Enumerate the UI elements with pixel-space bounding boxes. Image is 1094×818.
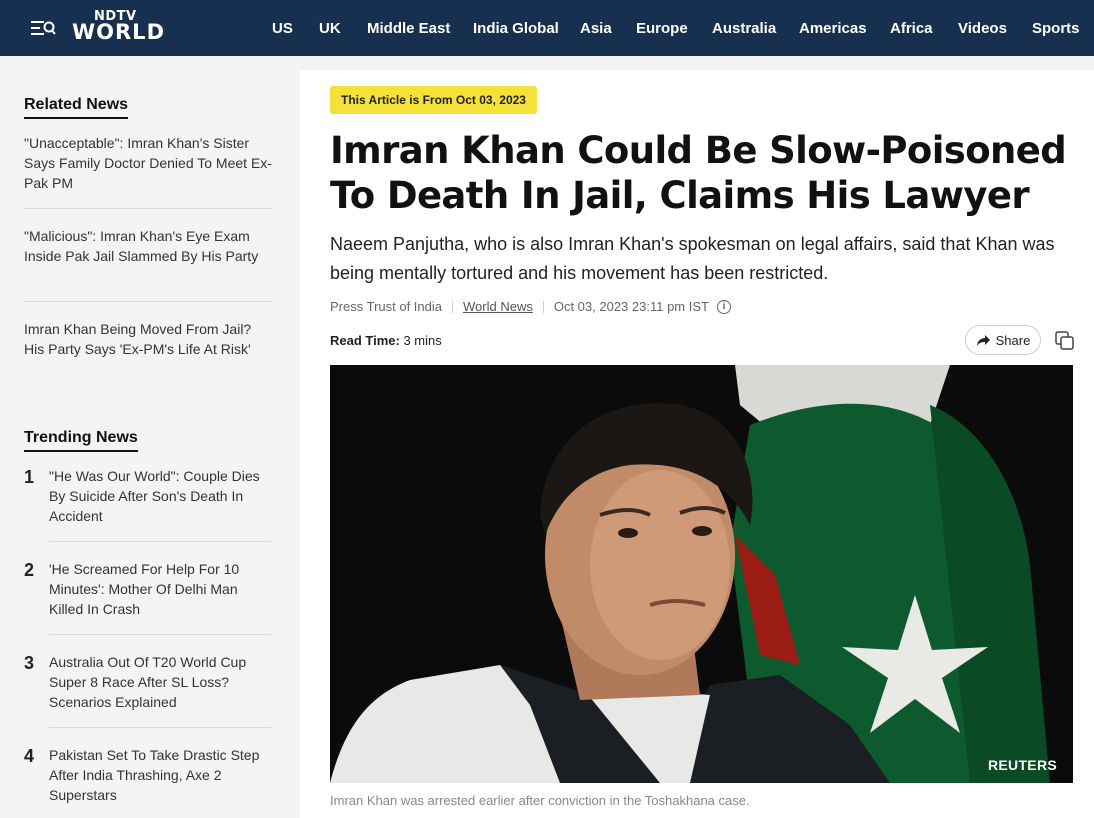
article-date-badge: This Article is From Oct 03, 2023: [330, 86, 537, 114]
photo-credit: REUTERS: [988, 757, 1057, 773]
article: This Article is From Oct 03, 2023 Imran …: [300, 70, 1094, 818]
nav-americas[interactable]: Americas: [799, 20, 867, 37]
divider: [24, 208, 272, 209]
read-time: Read Time: 3 mins: [330, 333, 442, 348]
read-time-label: Read Time:: [330, 333, 400, 348]
trending-rank: 1: [24, 467, 35, 487]
trending-news-title: Trending News: [24, 429, 138, 452]
photo-illustration: [330, 365, 1073, 783]
read-time-value: 3 mins: [403, 333, 442, 348]
article-datetime: Oct 03, 2023 23:11 pm IST: [553, 299, 709, 314]
nav-videos[interactable]: Videos: [958, 20, 1007, 37]
article-meta: Press Trust of India World News Oct 03, …: [330, 299, 731, 314]
article-headline: Imran Khan Could Be Slow-Poisoned To Dea…: [330, 129, 1067, 217]
nav-middle-east[interactable]: Middle East: [367, 20, 450, 37]
meta-separator: [542, 300, 544, 313]
nav-uk[interactable]: UK: [319, 20, 341, 37]
nav-asia[interactable]: Asia: [580, 20, 612, 37]
ndtv-world-logo[interactable]: NDTV WORLD: [70, 9, 174, 47]
nav-sports[interactable]: Sports: [1032, 20, 1080, 37]
trending-item[interactable]: "He Was Our World": Couple Dies By Suici…: [49, 466, 271, 526]
trending-rank: 3: [24, 653, 35, 673]
photo-caption: Imran Khan was arrested earlier after co…: [330, 793, 750, 808]
trending-item[interactable]: 'He Screamed For Help For 10 Minutes': M…: [49, 559, 271, 619]
nav-australia[interactable]: Australia: [712, 20, 776, 37]
nav-india-global[interactable]: India Global: [473, 20, 559, 37]
related-item[interactable]: "Unacceptable": Imran Khan's Sister Says…: [24, 133, 272, 193]
nav-us[interactable]: US: [272, 20, 293, 37]
article-category-link[interactable]: World News: [463, 299, 533, 314]
divider: [49, 727, 271, 728]
divider: [49, 541, 271, 542]
divider: [49, 634, 271, 635]
trending-rank: 4: [24, 746, 35, 766]
menu-search-icon[interactable]: [30, 18, 56, 38]
share-button[interactable]: Share: [965, 325, 1041, 355]
share-arrow-icon: [976, 334, 990, 346]
nav-europe[interactable]: Europe: [636, 20, 688, 37]
info-icon[interactable]: i: [716, 299, 731, 314]
article-standfirst: Naeem Panjutha, who is also Imran Khan's…: [330, 234, 1055, 283]
logo-bottom-text: WORLD: [72, 20, 165, 44]
trending-item[interactable]: Pakistan Set To Take Drastic Step After …: [49, 745, 271, 805]
nav-africa[interactable]: Africa: [890, 20, 933, 37]
sidebar: Related News "Unacceptable": Imran Khan'…: [0, 56, 300, 818]
trending-rank: 2: [24, 560, 35, 580]
share-label: Share: [995, 332, 1031, 348]
meta-separator: [452, 300, 453, 313]
copy-icon[interactable]: [1054, 330, 1076, 352]
top-navbar: NDTV WORLD US UK Middle East India Globa…: [0, 0, 1094, 56]
article-source: Press Trust of India: [330, 299, 442, 314]
related-item[interactable]: "Malicious": Imran Khan's Eye Exam Insid…: [24, 226, 272, 266]
article-photo: REUTERS: [330, 365, 1073, 783]
trending-item[interactable]: Australia Out Of T20 World Cup Super 8 R…: [49, 652, 271, 712]
divider: [24, 301, 272, 302]
related-news-title: Related News: [24, 96, 129, 119]
related-item[interactable]: Imran Khan Being Moved From Jail? His Pa…: [24, 319, 272, 359]
